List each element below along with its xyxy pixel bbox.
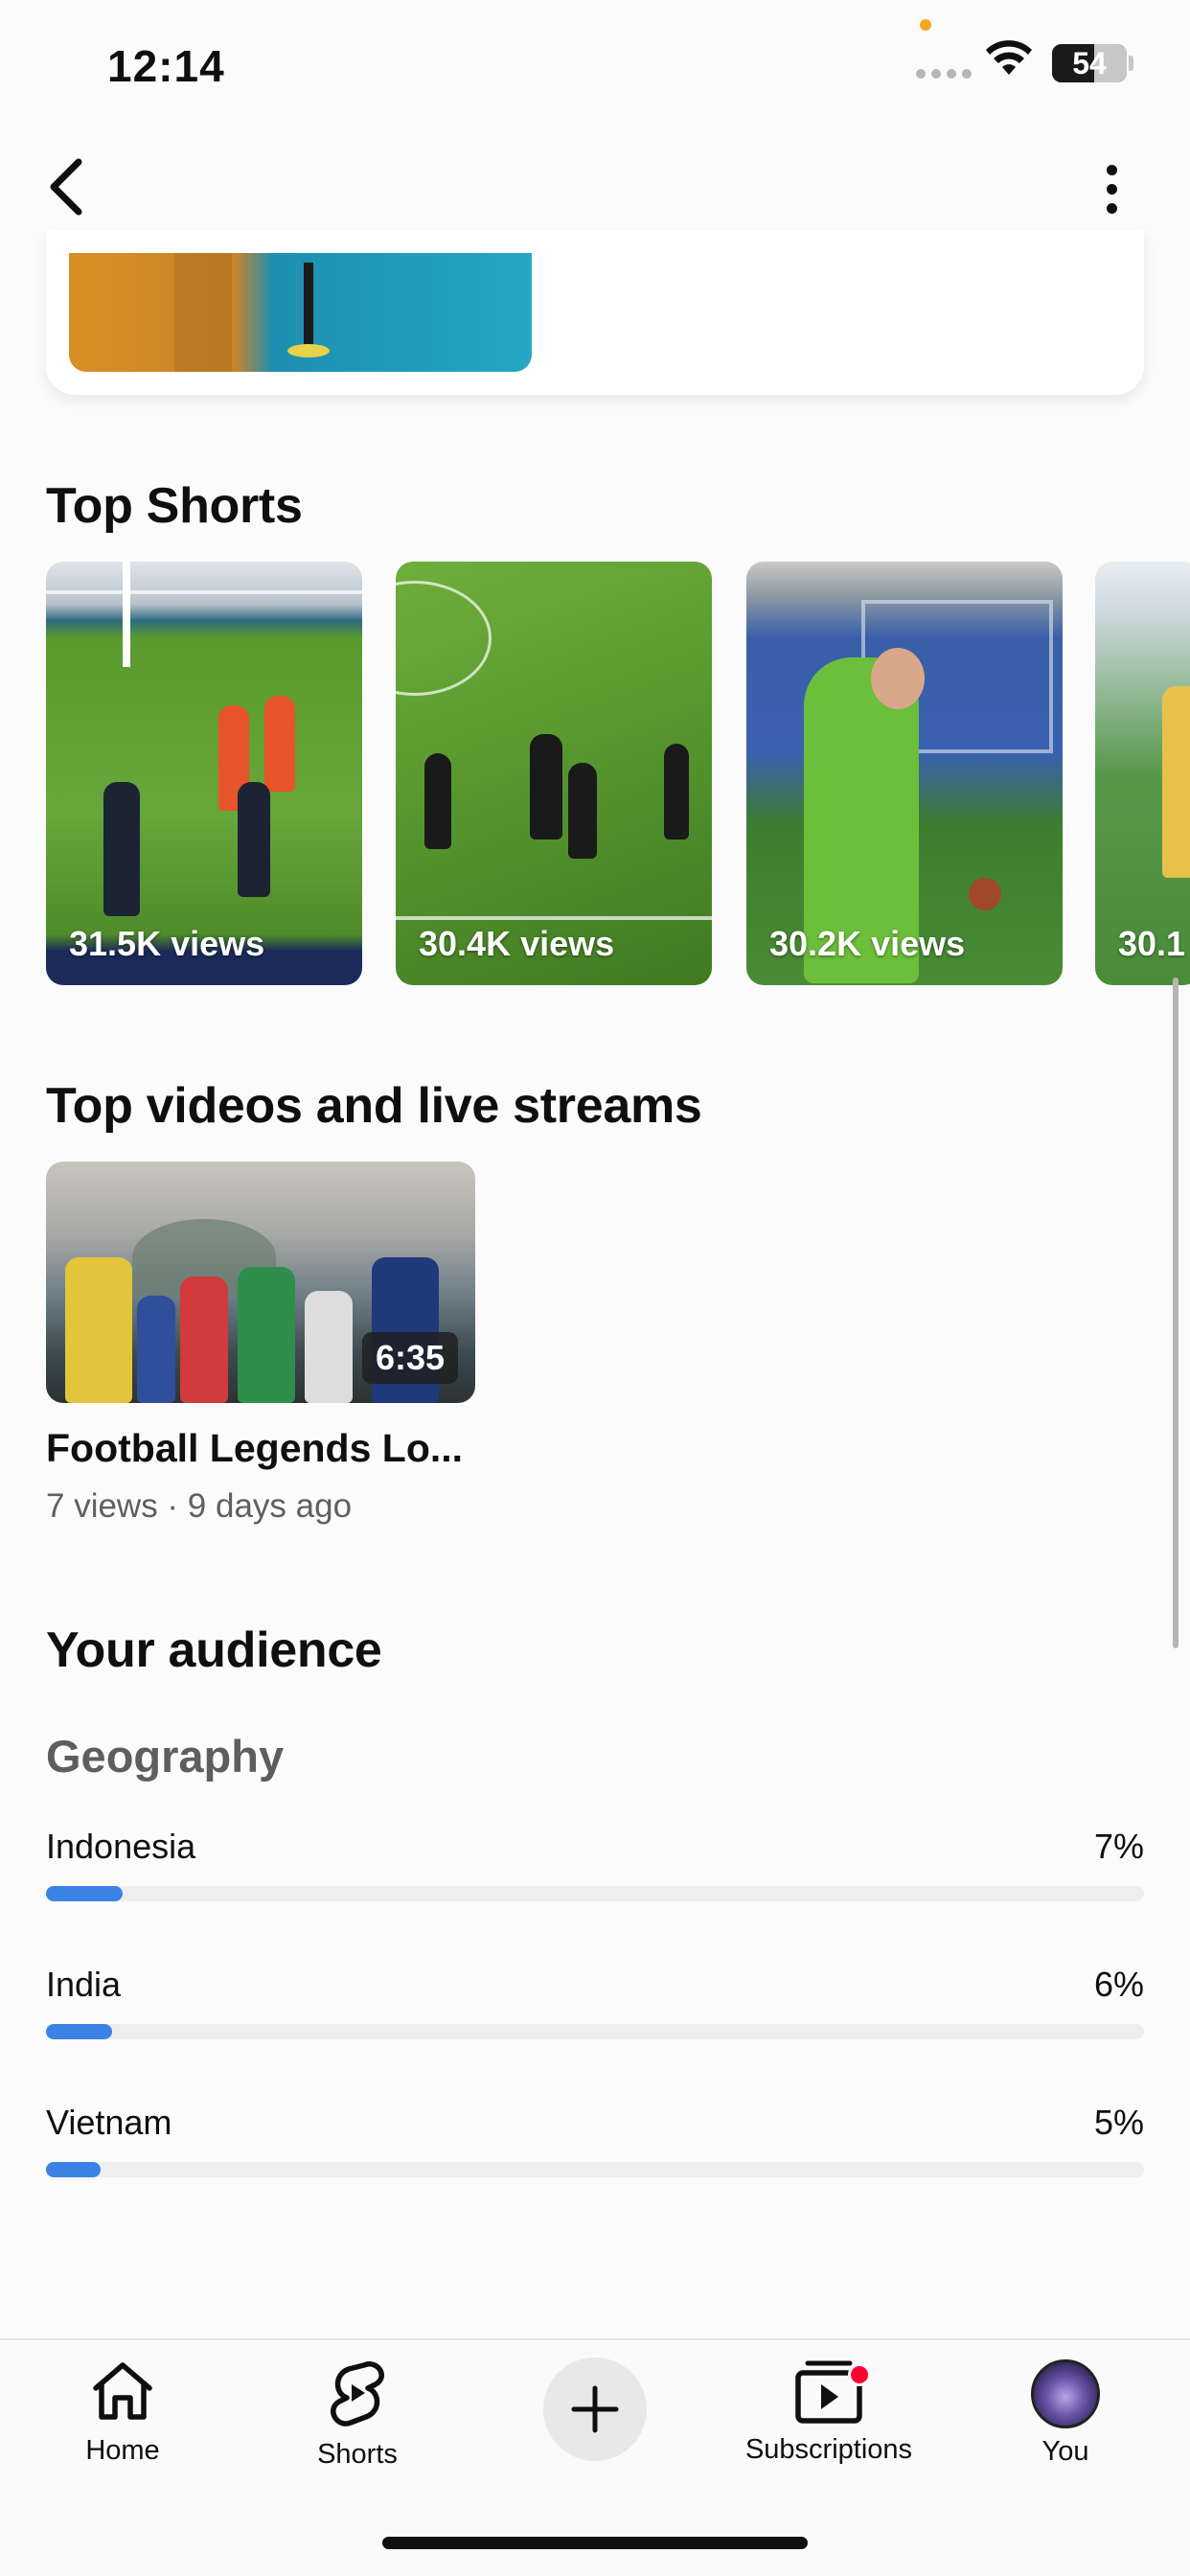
short-views-2: 30.4K views xyxy=(419,924,615,963)
back-button[interactable] xyxy=(38,153,96,220)
nav-subscriptions[interactable]: Subscriptions xyxy=(743,2359,915,2466)
geography-bar-track xyxy=(46,2024,1144,2039)
geography-country: Vietnam xyxy=(46,2103,172,2142)
plus-icon xyxy=(571,2385,619,2433)
geography-row-india: India 6% xyxy=(46,1965,1144,2051)
geography-bar-track xyxy=(46,1886,1144,1901)
short-thumbnail-3[interactable]: 30.2K views xyxy=(746,562,1063,985)
nav-home[interactable]: Home xyxy=(36,2359,209,2467)
nav-home-label: Home xyxy=(85,2435,160,2466)
home-icon xyxy=(93,2362,152,2420)
notification-dot xyxy=(848,2363,871,2386)
nav-shorts[interactable]: Shorts xyxy=(271,2359,444,2471)
scrollbar[interactable] xyxy=(1173,978,1179,1648)
wifi-icon xyxy=(986,40,1032,75)
geography-country: India xyxy=(46,1965,122,2004)
short-thumbnail-4[interactable]: 30.1 xyxy=(1095,562,1190,985)
geography-country: Indonesia xyxy=(46,1827,196,1866)
avatar xyxy=(1031,2359,1100,2428)
geography-row-indonesia: Indonesia 7% xyxy=(46,1827,1144,1913)
audience-heading: Your audience xyxy=(46,1622,382,1678)
top-shorts-heading: Top Shorts xyxy=(46,478,303,534)
privacy-indicator-dot xyxy=(920,19,931,31)
geography-percent: 7% xyxy=(1093,1827,1144,1866)
geography-bar-track xyxy=(46,2162,1144,2177)
geography-bar xyxy=(46,2024,112,2039)
geography-heading: Geography xyxy=(46,1731,285,1782)
nav-subscriptions-label: Subscriptions xyxy=(744,2434,913,2465)
battery-icon: 54 xyxy=(1052,44,1127,82)
geography-percent: 6% xyxy=(1093,1965,1144,2004)
cellular-signal-icon xyxy=(916,69,972,79)
short-thumbnail-1[interactable]: 31.5K views xyxy=(46,562,362,985)
nav-shorts-label: Shorts xyxy=(317,2439,398,2470)
nav-you[interactable]: You xyxy=(979,2359,1152,2468)
create-button[interactable] xyxy=(543,2358,647,2461)
video-duration: 6:35 xyxy=(361,1332,458,1384)
battery-level: 54 xyxy=(1072,46,1107,80)
geography-bar xyxy=(46,2162,102,2177)
geography-row-vietnam: Vietnam 5% xyxy=(46,2103,1144,2189)
top-videos-heading: Top videos and live streams xyxy=(46,1078,702,1134)
more-options-button[interactable] xyxy=(1083,158,1140,219)
geography-bar xyxy=(46,1886,124,1901)
short-views-3: 30.2K views xyxy=(769,924,966,963)
nav-you-label: You xyxy=(1041,2436,1089,2467)
video-thumbnail[interactable]: 6:35 xyxy=(46,1162,475,1403)
status-time: 12:14 xyxy=(107,41,225,91)
shorts-icon xyxy=(331,2361,384,2426)
short-views-4: 30.1 xyxy=(1118,924,1186,963)
video-meta: 7 views · 9 days ago xyxy=(46,1487,353,1525)
chevron-left-icon xyxy=(50,158,82,216)
short-thumbnail-2[interactable]: 30.4K views xyxy=(396,562,712,985)
home-indicator xyxy=(382,2537,808,2549)
video-title[interactable]: Football Legends Lo... xyxy=(46,1426,463,1471)
short-views-1: 31.5K views xyxy=(69,924,265,963)
geography-percent: 5% xyxy=(1093,2103,1144,2142)
previous-card-thumbnail[interactable] xyxy=(69,253,532,372)
battery-tip xyxy=(1129,56,1133,71)
